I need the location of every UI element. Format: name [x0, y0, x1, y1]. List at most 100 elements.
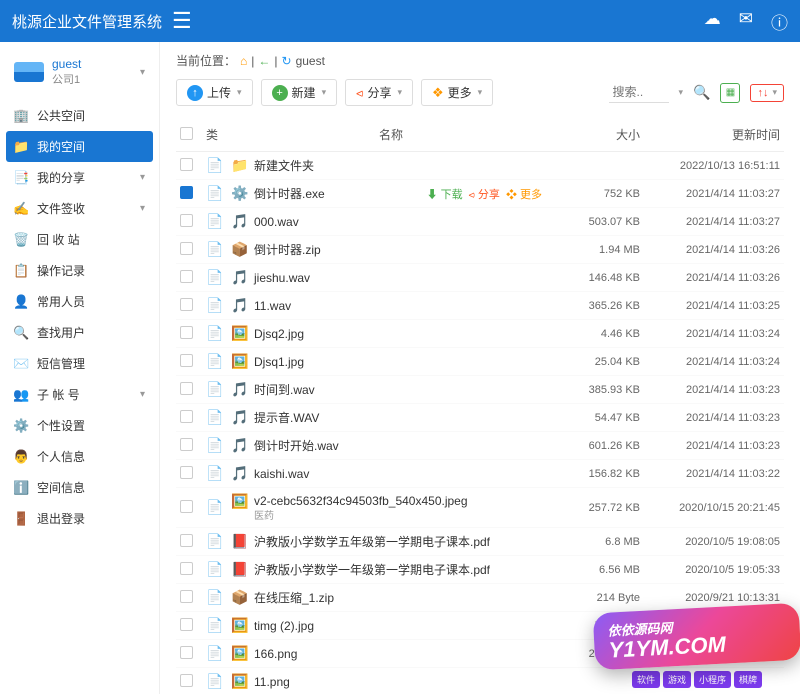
- sidebar-item-2[interactable]: 📑我的分享▾: [0, 162, 159, 193]
- row-checkbox[interactable]: [180, 438, 193, 451]
- file-time: 2021/4/14 11:03:24: [640, 356, 780, 368]
- sort-button[interactable]: ↑↓▾: [750, 84, 784, 102]
- row-checkbox[interactable]: [180, 298, 193, 311]
- table-row[interactable]: 📄📕沪教版小学数学一年级第一学期电子课本.pdf6.56 MB2020/10/5…: [176, 556, 784, 584]
- row-checkbox[interactable]: [180, 534, 193, 547]
- back-icon[interactable]: ←: [258, 54, 270, 68]
- table-row[interactable]: 📄🎵倒计时开始.wav601.26 KB2021/4/14 11:03:23: [176, 432, 784, 460]
- file-name[interactable]: jieshu.wav: [254, 271, 310, 285]
- info-icon[interactable]: ⓘ: [771, 9, 788, 34]
- file-name[interactable]: 11.wav: [254, 299, 291, 313]
- row-checkbox[interactable]: [180, 674, 193, 687]
- sidebar-item-1[interactable]: 📁我的空间: [6, 131, 153, 162]
- table-row[interactable]: 📄📕沪教版小学数学五年级第一学期电子课本.pdf6.8 MB2020/10/5 …: [176, 528, 784, 556]
- download-link[interactable]: ⬇ 下载: [427, 186, 463, 202]
- cloud-download-icon[interactable]: ☁: [704, 9, 721, 34]
- more-button[interactable]: ❖ 更多 ▾: [421, 79, 493, 106]
- search-icon[interactable]: 🔍: [693, 84, 710, 101]
- file-name[interactable]: 倒计时器.zip: [254, 241, 321, 258]
- mail-icon[interactable]: ✉: [739, 9, 753, 34]
- col-time[interactable]: 更新时间: [640, 126, 780, 143]
- upload-button[interactable]: ↑ 上传 ▾: [176, 79, 253, 106]
- table-row[interactable]: 📄🎵jieshu.wav146.48 KB2021/4/14 11:03:26: [176, 264, 784, 292]
- file-name[interactable]: 倒计时器.exe: [254, 185, 325, 202]
- nav-icon: 👥: [14, 387, 29, 402]
- table-row[interactable]: 📄🎵时间到.wav385.93 KB2021/4/14 11:03:23: [176, 376, 784, 404]
- sidebar-item-10[interactable]: ⚙️个性设置: [0, 410, 159, 441]
- refresh-icon[interactable]: ↻: [282, 54, 292, 68]
- file-name[interactable]: 166.png: [254, 647, 297, 661]
- row-checkbox[interactable]: [180, 242, 193, 255]
- sidebar-item-5[interactable]: 📋操作记录: [0, 255, 159, 286]
- sidebar-item-8[interactable]: ✉️短信管理: [0, 348, 159, 379]
- file-name[interactable]: 新建文件夹: [254, 157, 314, 174]
- chevron-down-icon[interactable]: ▾: [140, 67, 145, 78]
- chevron-down-icon[interactable]: ▾: [679, 87, 684, 98]
- sidebar-item-13[interactable]: 🚪退出登录: [0, 503, 159, 534]
- row-checkbox[interactable]: [180, 326, 193, 339]
- row-checkbox[interactable]: [180, 500, 193, 513]
- col-type[interactable]: 类: [206, 126, 232, 143]
- table-row[interactable]: 📄📁新建文件夹2022/10/13 16:51:11: [176, 152, 784, 180]
- more-link[interactable]: ❖ 更多: [506, 186, 542, 202]
- share-link[interactable]: ⪦ 分享: [469, 186, 500, 202]
- file-name[interactable]: 000.wav: [254, 215, 299, 229]
- home-icon[interactable]: ⌂: [240, 54, 247, 68]
- sidebar-item-4[interactable]: 🗑️回 收 站: [0, 224, 159, 255]
- select-all-checkbox[interactable]: [180, 127, 193, 140]
- row-checkbox[interactable]: [180, 214, 193, 227]
- new-button[interactable]: + 新建 ▾: [261, 79, 338, 106]
- file-name[interactable]: 沪教版小学数学五年级第一学期电子课本.pdf: [254, 533, 490, 550]
- grid-view-icon[interactable]: ▦: [720, 83, 740, 103]
- file-name[interactable]: kaishi.wav: [254, 467, 309, 481]
- file-name[interactable]: 11.png: [254, 675, 290, 689]
- table-row[interactable]: 📄🎵提示音.WAV54.47 KB2021/4/14 11:03:23: [176, 404, 784, 432]
- search-input[interactable]: [609, 82, 669, 103]
- row-checkbox[interactable]: [180, 410, 193, 423]
- col-size[interactable]: 大小: [550, 126, 640, 143]
- table-row[interactable]: 📄🖼️Djsq1.jpg25.04 KB2021/4/14 11:03:24: [176, 348, 784, 376]
- row-checkbox[interactable]: [180, 646, 193, 659]
- sidebar-item-0[interactable]: 🏢公共空间: [0, 100, 159, 131]
- sidebar-item-12[interactable]: ℹ️空间信息: [0, 472, 159, 503]
- file-name[interactable]: Djsq2.jpg: [254, 327, 304, 341]
- row-checkbox[interactable]: [180, 382, 193, 395]
- table-row[interactable]: 📄🎵11.wav365.26 KB2021/4/14 11:03:25: [176, 292, 784, 320]
- sidebar-item-6[interactable]: 👤常用人员: [0, 286, 159, 317]
- sidebar-item-9[interactable]: 👥子 帐 号▾: [0, 379, 159, 410]
- sidebar-item-11[interactable]: 👨个人信息: [0, 441, 159, 472]
- row-checkbox[interactable]: [180, 562, 193, 575]
- file-name[interactable]: 时间到.wav: [254, 381, 315, 398]
- table-row[interactable]: 📄⚙️倒计时器.exe⬇ 下载⪦ 分享❖ 更多752 KB2021/4/14 1…: [176, 180, 784, 208]
- table-row[interactable]: 📄🖼️timg (2).jpg78.52 KB2020/9/16 2:31:12: [176, 612, 784, 640]
- file-name[interactable]: 沪教版小学数学一年级第一学期电子课本.pdf: [254, 561, 490, 578]
- file-name[interactable]: timg (2).jpg: [254, 619, 314, 633]
- col-name[interactable]: 名称: [232, 126, 550, 143]
- table-row[interactable]: 📄🖼️166.png269.94 KB2020/9/15 16:55:07: [176, 640, 784, 668]
- row-checkbox[interactable]: [180, 186, 193, 199]
- file-name[interactable]: Djsq1.jpg: [254, 355, 304, 369]
- file-name[interactable]: 在线压缩_1.zip: [254, 589, 334, 606]
- file-name[interactable]: 提示音.WAV: [254, 409, 319, 426]
- file-name[interactable]: 倒计时开始.wav: [254, 437, 339, 454]
- row-checkbox[interactable]: [180, 590, 193, 603]
- breadcrumb-path[interactable]: guest: [296, 54, 325, 68]
- row-checkbox[interactable]: [180, 158, 193, 171]
- table-row[interactable]: 📄🖼️v2-cebc5632f34c94503fb_540x450.jpeg医药…: [176, 488, 784, 528]
- sidebar-item-3[interactable]: ✍️文件签收▾: [0, 193, 159, 224]
- table-row[interactable]: 📄🎵000.wav503.07 KB2021/4/14 11:03:27: [176, 208, 784, 236]
- file-name[interactable]: v2-cebc5632f34c94503fb_540x450.jpeg: [254, 494, 468, 508]
- sidebar-item-7[interactable]: 🔍查找用户: [0, 317, 159, 348]
- row-checkbox[interactable]: [180, 618, 193, 631]
- table-row[interactable]: 📄🎵kaishi.wav156.82 KB2021/4/14 11:03:22: [176, 460, 784, 488]
- table-row[interactable]: 📄🖼️11.png: [176, 668, 784, 694]
- row-checkbox[interactable]: [180, 466, 193, 479]
- share-button[interactable]: ⪦ 分享 ▾: [345, 79, 413, 106]
- row-checkbox[interactable]: [180, 354, 193, 367]
- table-row[interactable]: 📄📦在线压缩_1.zip214 Byte2020/9/21 10:13:31: [176, 584, 784, 612]
- row-checkbox[interactable]: [180, 270, 193, 283]
- menu-icon[interactable]: ☰: [172, 8, 192, 34]
- table-row[interactable]: 📄🖼️Djsq2.jpg4.46 KB2021/4/14 11:03:24: [176, 320, 784, 348]
- user-block[interactable]: guest 公司1 ▾: [0, 50, 159, 100]
- table-row[interactable]: 📄📦倒计时器.zip1.94 MB2021/4/14 11:03:26: [176, 236, 784, 264]
